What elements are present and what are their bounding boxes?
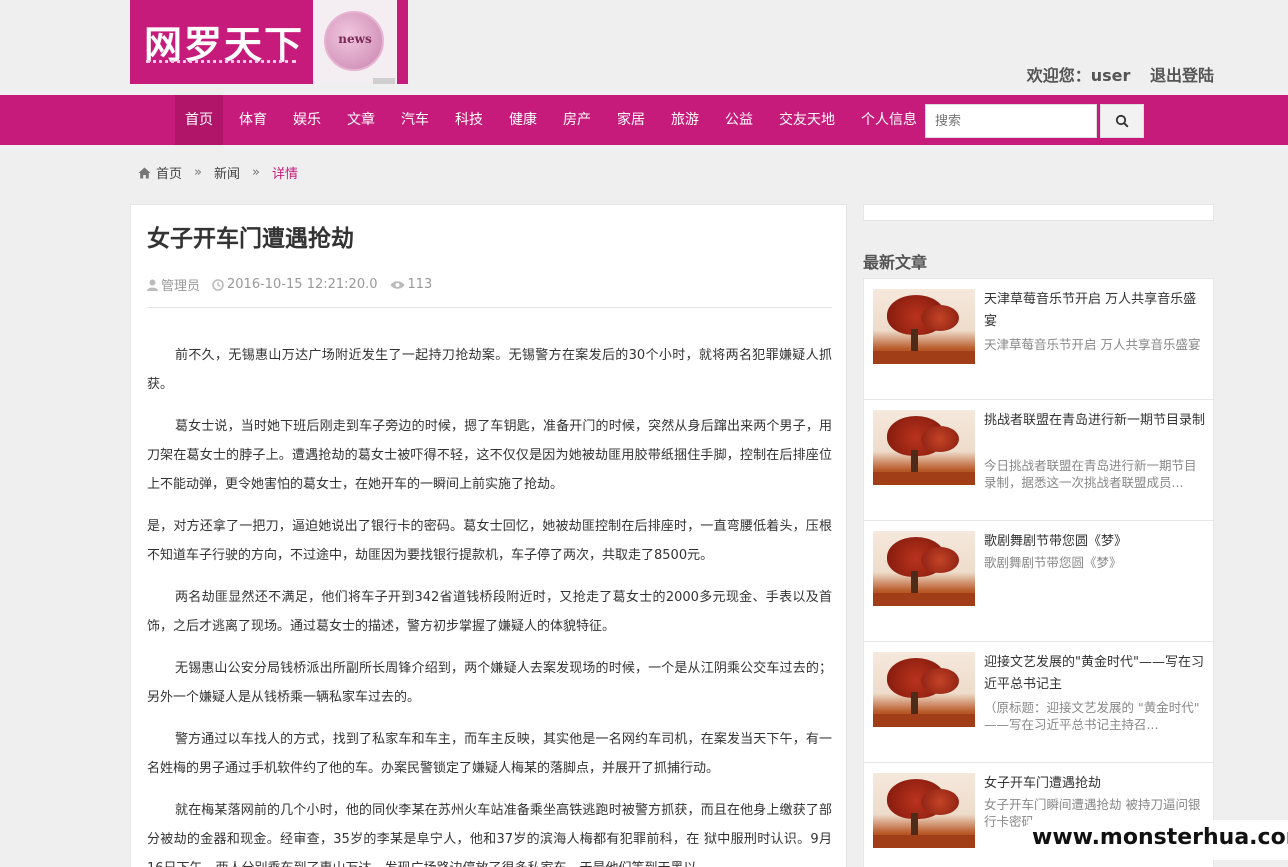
sidebar-top-panel <box>863 204 1214 221</box>
nav-item-social[interactable]: 交友天地 <box>769 95 845 145</box>
meta-views: 113 <box>390 277 433 292</box>
nav-item-realestate[interactable]: 房产 <box>553 95 601 145</box>
article-paragraph: 葛女士说，当时她下班后刚走到车子旁边的时候，摁了车钥匙，准备开门的时候，突然从身… <box>147 419 832 492</box>
list-item[interactable]: 歌剧舞剧节带您圆《梦》 歌剧舞剧节带您圆《梦》 <box>863 520 1214 641</box>
list-item-title[interactable]: 歌剧舞剧节带您圆《梦》 <box>984 531 1206 553</box>
news-badge: news <box>313 0 397 84</box>
nav-item-tech[interactable]: 科技 <box>445 95 493 145</box>
nav-item-entertainment[interactable]: 娱乐 <box>283 95 331 145</box>
user-icon <box>147 279 158 291</box>
article-paragraph: 警方通过以车找人的方式，找到了私家车和车主，而车主反映，其实他是一名网约车司机，… <box>147 732 832 776</box>
nav-item-home[interactable]: 首页 <box>175 95 223 145</box>
logo-decoration <box>146 60 296 64</box>
article-title: 女子开车门遭遇抢劫 <box>147 226 354 252</box>
search-input[interactable] <box>925 104 1097 138</box>
latest-articles-heading: 最新文章 <box>863 253 928 272</box>
nav-item-health[interactable]: 健康 <box>499 95 547 145</box>
article-paragraph: 两名劫匪显然还不满足，他们将车子开到342省道钱桥段附近时，又抢走了葛女士的20… <box>147 590 832 634</box>
list-item[interactable]: 迎接文艺发展的"黄金时代"——写在习近平总书记主 （原标题：迎接文艺发展的 "黄… <box>863 641 1214 762</box>
nav-item-travel[interactable]: 旅游 <box>661 95 709 145</box>
list-item-desc: 歌剧舞剧节带您圆《梦》 <box>984 555 1122 570</box>
list-item-title[interactable]: 天津草莓音乐节开启 万人共享音乐盛宴 <box>984 289 1206 333</box>
list-item-desc: 天津草莓音乐节开启 万人共享音乐盛宴 <box>984 337 1201 352</box>
article-paragraph: 是，对方还拿了一把刀，逼迫她说出了银行卡的密码。葛女士回忆，她被劫匪控制在后排座… <box>147 519 832 563</box>
article-meta: 管理员 2016-10-15 12:21:20.0 113 <box>147 275 444 294</box>
list-item-title[interactable]: 女子开车门遭遇抢劫 <box>984 773 1206 795</box>
breadcrumb-separator: » <box>194 165 202 180</box>
meta-author: 管理员 <box>147 275 200 294</box>
nav-item-auto[interactable]: 汽车 <box>391 95 439 145</box>
breadcrumb-home[interactable]: 首页 <box>156 163 182 182</box>
logout-link[interactable]: 退出登陆 <box>1150 66 1214 85</box>
view-count: 113 <box>407 277 433 292</box>
site-header: 网罗天下 news 欢迎您：user 退出登陆 <box>0 0 1288 95</box>
nav-item-sports[interactable]: 体育 <box>229 95 277 145</box>
clock-icon <box>212 278 224 291</box>
badge-bar <box>373 78 395 84</box>
list-item-title[interactable]: 挑战者联盟在青岛进行新一期节目录制 <box>984 410 1206 432</box>
breadcrumb-section[interactable]: 新闻 <box>214 163 240 182</box>
nav-item-articles[interactable]: 文章 <box>337 95 385 145</box>
article-paragraph: 就在梅某落网前的几个小时，他的同伙李某在苏州火车站准备乘坐高铁逃跑时被警方抓获，… <box>147 803 832 867</box>
article-thumbnail[interactable] <box>873 773 975 848</box>
list-item[interactable]: 天津草莓音乐节开启 万人共享音乐盛宴 天津草莓音乐节开启 万人共享音乐盛宴 <box>863 278 1214 399</box>
site-watermark: www.monsterhua.com <box>1028 820 1288 860</box>
nav-item-home-furnishing[interactable]: 家居 <box>607 95 655 145</box>
title-divider <box>147 307 832 308</box>
article-body: 前不久，无锡惠山万达广场附近发生了一起持刀抢劫案。无锡警方在案发后的30个小时，… <box>147 341 832 867</box>
site-logo[interactable]: 网罗天下 news <box>130 0 408 84</box>
article-paragraph: 无锡惠山公安分局钱桥派出所副所长周锋介绍到，两个嫌疑人去案发现场的时候，一个是从… <box>147 661 832 705</box>
article-thumbnail[interactable] <box>873 410 975 485</box>
list-item-title[interactable]: 迎接文艺发展的"黄金时代"——写在习近平总书记主 <box>984 652 1206 696</box>
welcome-text: 欢迎您：user <box>1026 66 1131 85</box>
breadcrumb-separator: » <box>252 165 260 180</box>
search-icon <box>1115 114 1129 128</box>
user-area: 欢迎您：user 退出登陆 <box>1027 62 1214 86</box>
eye-icon <box>390 280 404 289</box>
article-paragraph: 前不久，无锡惠山万达广场附近发生了一起持刀抢劫案。无锡警方在案发后的30个小时，… <box>147 348 832 392</box>
latest-articles-list: 天津草莓音乐节开启 万人共享音乐盛宴 天津草莓音乐节开启 万人共享音乐盛宴 挑战… <box>863 278 1214 867</box>
home-icon <box>138 167 151 178</box>
article-panel: 女子开车门遭遇抢劫 管理员 2016-10-15 12:21:20.0 113 … <box>130 204 847 867</box>
article-thumbnail[interactable] <box>873 531 975 606</box>
meta-date: 2016-10-15 12:21:20.0 <box>212 277 378 292</box>
breadcrumb: 首页 » 新闻 » 详情 <box>138 163 298 182</box>
search-button[interactable] <box>1100 104 1144 138</box>
author-name: 管理员 <box>161 279 201 294</box>
nav-item-charity[interactable]: 公益 <box>715 95 763 145</box>
list-item-desc: 今日挑战者联盟在青岛进行新一期节目录制，据悉这一次挑战者联盟成员... <box>984 458 1197 490</box>
nav-item-profile[interactable]: 个人信息 <box>851 95 927 145</box>
publish-datetime: 2016-10-15 12:21:20.0 <box>227 277 378 292</box>
article-thumbnail[interactable] <box>873 289 975 364</box>
article-thumbnail[interactable] <box>873 652 975 727</box>
list-item[interactable]: 挑战者联盟在青岛进行新一期节目录制 今日挑战者联盟在青岛进行新一期节目录制，据悉… <box>863 399 1214 520</box>
main-nav: 首页 体育 娱乐 文章 汽车 科技 健康 房产 家居 旅游 公益 交友天地 个人… <box>0 95 1288 145</box>
list-item-desc: （原标题：迎接文艺发展的 "黄金时代" ——写在习近平总书记主持召... <box>984 700 1200 732</box>
badge-text: news <box>338 32 372 46</box>
nav-items: 首页 体育 娱乐 文章 汽车 科技 健康 房产 家居 旅游 公益 交友天地 个人… <box>175 95 933 145</box>
breadcrumb-current: 详情 <box>271 167 298 182</box>
